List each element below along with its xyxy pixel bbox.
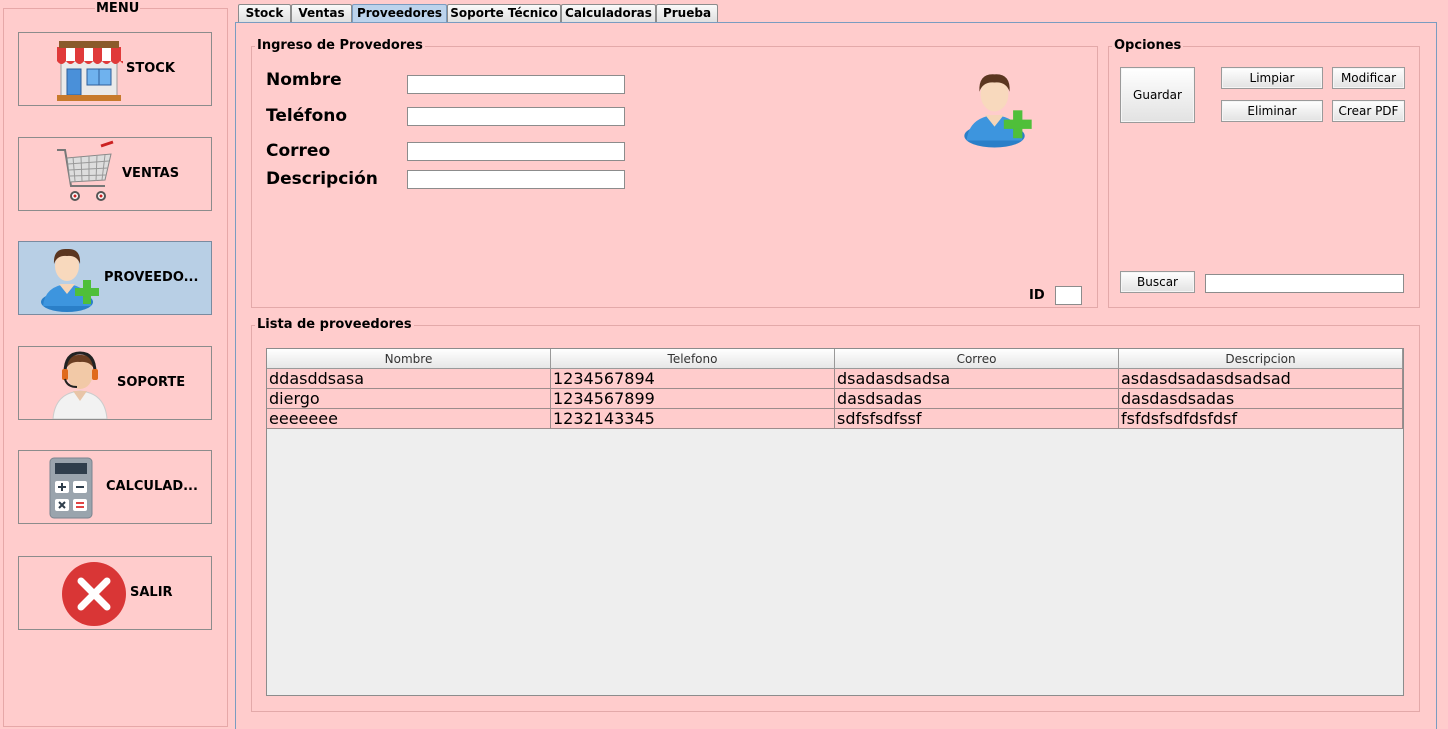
table-cell: eeeeeee	[267, 409, 551, 429]
tab-prueba[interactable]: Prueba	[656, 4, 718, 23]
menu-button-salir[interactable]: SALIR	[18, 556, 212, 630]
menu-label-stock: STOCK	[126, 61, 175, 76]
id-label: ID	[1029, 288, 1045, 303]
proveedores-table[interactable]: Nombre Telefono Correo Descripcion ddasd…	[266, 348, 1404, 696]
column-header-nombre[interactable]: Nombre	[267, 349, 551, 369]
menu-button-ventas[interactable]: VENTAS	[18, 137, 212, 211]
menu-button-soporte[interactable]: SOPORTE	[18, 346, 212, 420]
add-user-icon	[964, 74, 1032, 148]
descripcion-label: Descripción	[266, 169, 378, 189]
menu-title: MENU	[95, 1, 141, 16]
modificar-button[interactable]: Modificar	[1332, 67, 1405, 89]
store-icon	[57, 41, 123, 101]
tab-ventas[interactable]: Ventas	[291, 4, 352, 23]
menu-button-proveedores[interactable]: PROVEEDO...	[18, 241, 212, 315]
menu-button-stock[interactable]: STOCK	[18, 32, 212, 106]
table-cell: diergo	[267, 389, 551, 409]
limpiar-button[interactable]: Limpiar	[1221, 67, 1323, 89]
table-cell: asdasdsadasdsadsad	[1119, 369, 1403, 389]
table-row[interactable]: diergo 1234567899 dasdsadas dasdasdsadas	[267, 389, 1403, 409]
table-cell: 1232143345	[551, 409, 835, 429]
column-header-telefono[interactable]: Telefono	[551, 349, 835, 369]
telefono-field[interactable]	[407, 107, 625, 126]
table-row[interactable]: eeeeeee 1232143345 sdfsfsdfssf fsfdsfsdf…	[267, 409, 1403, 429]
shopping-cart-icon	[57, 140, 114, 201]
correo-field[interactable]	[407, 142, 625, 161]
table-cell: ddasddsasa	[267, 369, 551, 389]
table-cell: sdfsfsdfssf	[835, 409, 1119, 429]
correo-label: Correo	[266, 141, 331, 161]
add-user-icon	[41, 248, 99, 312]
nombre-label: Nombre	[266, 70, 342, 90]
table-cell: dasdasdsadas	[1119, 389, 1403, 409]
id-field[interactable]	[1055, 286, 1082, 305]
column-header-descripcion[interactable]: Descripcion	[1119, 349, 1403, 369]
table-row[interactable]: ddasddsasa 1234567894 dsadasdsadsa asdas…	[267, 369, 1403, 389]
descripcion-field[interactable]	[407, 170, 625, 189]
menu-button-calculadoras[interactable]: CALCULAD...	[18, 450, 212, 524]
menu-label-calculadoras: CALCULAD...	[106, 479, 198, 494]
exit-x-icon	[62, 562, 126, 626]
support-agent-icon	[52, 351, 108, 419]
tab-stock[interactable]: Stock	[238, 4, 291, 23]
menu-label-salir: SALIR	[130, 585, 173, 600]
guardar-button[interactable]: Guardar	[1120, 67, 1195, 123]
menu-label-ventas: VENTAS	[122, 166, 180, 181]
buscar-button[interactable]: Buscar	[1120, 271, 1195, 293]
buscar-input[interactable]	[1205, 274, 1404, 293]
telefono-label: Teléfono	[266, 106, 348, 126]
nombre-field[interactable]	[407, 75, 625, 94]
table-cell: dasdsadas	[835, 389, 1119, 409]
table-cell: fsfdsfsdfdsfdsf	[1119, 409, 1403, 429]
ingreso-title: Ingreso de Provedores	[255, 38, 425, 53]
table-cell: dsadasdsadsa	[835, 369, 1119, 389]
crear-pdf-button[interactable]: Crear PDF	[1332, 100, 1405, 122]
menu-label-soporte: SOPORTE	[117, 375, 186, 390]
eliminar-button[interactable]: Eliminar	[1221, 100, 1323, 122]
table-cell: 1234567894	[551, 369, 835, 389]
tab-soporte-tecnico[interactable]: Soporte Técnico	[447, 4, 561, 23]
column-header-correo[interactable]: Correo	[835, 349, 1119, 369]
tab-calculadoras[interactable]: Calculadoras	[561, 4, 656, 23]
table-cell: 1234567899	[551, 389, 835, 409]
menu-label-proveedores: PROVEEDO...	[104, 270, 199, 285]
tab-proveedores[interactable]: Proveedores	[352, 4, 447, 23]
lista-title: Lista de proveedores	[255, 317, 414, 332]
opciones-title: Opciones	[1112, 38, 1184, 53]
calculator-icon	[49, 457, 93, 519]
